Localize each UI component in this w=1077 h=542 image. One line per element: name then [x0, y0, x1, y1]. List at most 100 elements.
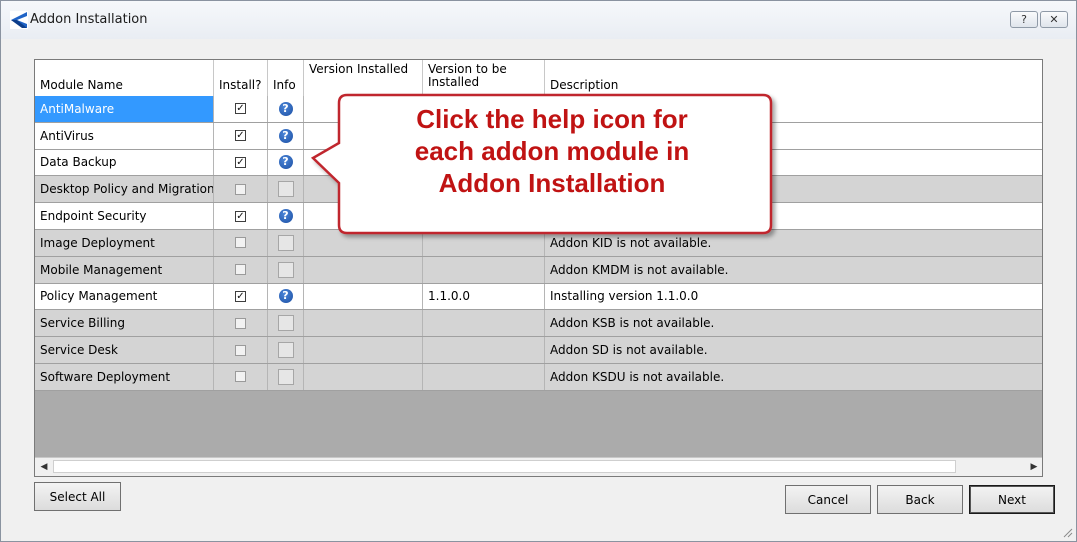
install-checkbox[interactable]	[235, 317, 246, 329]
cancel-button[interactable]: Cancel	[785, 485, 871, 514]
title-bar: Addon Installation ? ✕	[1, 1, 1076, 39]
module-name-cell[interactable]: Data Backup	[35, 149, 214, 176]
install-checkbox[interactable]: ✓	[235, 103, 246, 115]
info-cell[interactable]	[268, 337, 304, 363]
install-cell[interactable]	[214, 229, 268, 256]
info-cell[interactable]: ?	[268, 203, 304, 229]
select-all-button[interactable]: Select All	[34, 482, 121, 511]
install-checkbox[interactable]	[235, 183, 246, 195]
info-cell[interactable]: ?	[268, 283, 304, 310]
table-row[interactable]: Policy Management ✓? 1.1.0.0 Installing ver…	[35, 283, 1042, 311]
version-installed-cell	[304, 283, 423, 310]
version-installed-cell	[304, 310, 423, 337]
module-name-cell[interactable]: Service Billing	[35, 310, 214, 337]
header-version-to-be-installed[interactable]: Version to be Installed	[423, 60, 545, 96]
help-icon[interactable]: ?	[278, 128, 293, 143]
table-row[interactable]: Software Deployment Addon KSDU is not ava…	[35, 363, 1042, 391]
help-icon[interactable]: ?	[278, 209, 293, 224]
table-row[interactable]: Data Backup ✓?	[35, 149, 1042, 177]
disabled-info-box	[277, 368, 294, 385]
install-cell[interactable]	[214, 337, 268, 363]
install-cell[interactable]: ✓	[214, 96, 268, 122]
version-installed-cell	[304, 203, 423, 229]
install-checkbox[interactable]	[235, 344, 246, 356]
version-to-be-installed-cell	[423, 203, 545, 229]
description-cell: Addon KSB is not available.	[545, 310, 1042, 337]
help-icon[interactable]: ?	[278, 289, 293, 304]
disabled-info-box	[277, 261, 294, 278]
version-installed-cell	[304, 176, 423, 203]
info-cell[interactable]: ?	[268, 96, 304, 122]
resize-grip-icon[interactable]	[1061, 526, 1073, 538]
version-to-be-installed-cell	[423, 176, 545, 203]
install-checkbox[interactable]: ✓	[235, 156, 246, 168]
install-cell[interactable]	[214, 310, 268, 337]
install-checkbox[interactable]: ✓	[235, 130, 246, 142]
install-checkbox[interactable]	[235, 264, 246, 276]
header-install[interactable]: Install?	[214, 60, 268, 96]
install-checkbox[interactable]	[235, 237, 246, 249]
install-checkbox[interactable]: ✓	[235, 210, 246, 222]
header-info[interactable]: Info	[268, 60, 304, 96]
next-button[interactable]: Next	[969, 485, 1055, 514]
module-name-cell[interactable]: AntiVirus	[35, 122, 214, 149]
description-cell	[545, 149, 1042, 176]
description-cell: Addon SD is not available.	[545, 337, 1042, 363]
module-name-cell[interactable]: Endpoint Security	[35, 203, 214, 229]
description-cell	[545, 122, 1042, 149]
version-installed-cell	[304, 96, 423, 122]
table-row[interactable]: Mobile Management Addon KMDM is not avail…	[35, 256, 1042, 284]
install-cell[interactable]	[214, 363, 268, 390]
version-to-be-installed-cell	[423, 337, 545, 363]
install-cell[interactable]: ✓	[214, 149, 268, 176]
module-name-cell[interactable]: Mobile Management	[35, 256, 214, 283]
module-name-cell[interactable]: Software Deployment	[35, 363, 214, 390]
close-button[interactable]: ✕	[1040, 11, 1068, 28]
table-row[interactable]: Service Desk Addon SD is not available.	[35, 337, 1042, 364]
addon-installation-window: Addon Installation ? ✕ Module Name Insta…	[0, 0, 1077, 542]
version-to-be-installed-cell	[423, 310, 545, 337]
module-name-cell[interactable]: Policy Management	[35, 283, 214, 310]
version-to-be-installed-cell	[423, 149, 545, 176]
back-button[interactable]: Back	[877, 485, 963, 514]
table-row[interactable]: AntiMalware ✓?	[35, 96, 1042, 123]
install-cell[interactable]: ✓	[214, 203, 268, 229]
info-cell[interactable]	[268, 310, 304, 337]
header-module-name[interactable]: Module Name	[35, 60, 214, 96]
table-row[interactable]: Image Deployment Addon KID is not availab…	[35, 229, 1042, 257]
help-icon[interactable]: ?	[278, 155, 293, 170]
horizontal-scrollbar[interactable]: ◀ ▶	[35, 457, 1042, 476]
install-cell[interactable]: ✓	[214, 283, 268, 310]
description-cell: Addon KSDU is not available.	[545, 363, 1042, 390]
header-description[interactable]: Description	[545, 60, 1042, 96]
info-cell[interactable]	[268, 229, 304, 256]
version-installed-cell	[304, 256, 423, 283]
table-row[interactable]: AntiVirus ✓?	[35, 122, 1042, 150]
table-row[interactable]: Desktop Policy and Migration	[35, 176, 1042, 204]
table-row[interactable]: Service Billing Addon KSB is not availabl…	[35, 310, 1042, 338]
version-installed-cell	[304, 363, 423, 390]
info-cell[interactable]: ?	[268, 122, 304, 149]
info-cell[interactable]	[268, 363, 304, 390]
module-name-cell[interactable]: AntiMalware	[35, 96, 214, 122]
description-cell	[545, 96, 1042, 122]
scroll-right-icon[interactable]: ▶	[1026, 459, 1042, 474]
header-version-installed[interactable]: Version Installed	[304, 60, 423, 96]
module-name-cell[interactable]: Desktop Policy and Migration	[35, 176, 214, 203]
module-name-cell[interactable]: Image Deployment	[35, 229, 214, 256]
info-cell[interactable]	[268, 256, 304, 283]
install-cell[interactable]	[214, 176, 268, 203]
install-cell[interactable]	[214, 256, 268, 283]
install-checkbox[interactable]: ✓	[235, 290, 246, 302]
description-cell: Installing version 1.1.0.0	[545, 283, 1042, 310]
scroll-left-icon[interactable]: ◀	[36, 459, 52, 474]
module-name-cell[interactable]: Service Desk	[35, 337, 214, 363]
help-icon[interactable]: ?	[278, 101, 293, 116]
install-cell[interactable]: ✓	[214, 122, 268, 149]
table-row[interactable]: Endpoint Security ✓?	[35, 203, 1042, 230]
install-checkbox[interactable]	[235, 371, 246, 383]
info-cell[interactable]: ?	[268, 149, 304, 176]
help-title-button[interactable]: ?	[1010, 11, 1038, 28]
info-cell[interactable]	[268, 176, 304, 203]
scrollbar-thumb[interactable]	[53, 460, 956, 473]
